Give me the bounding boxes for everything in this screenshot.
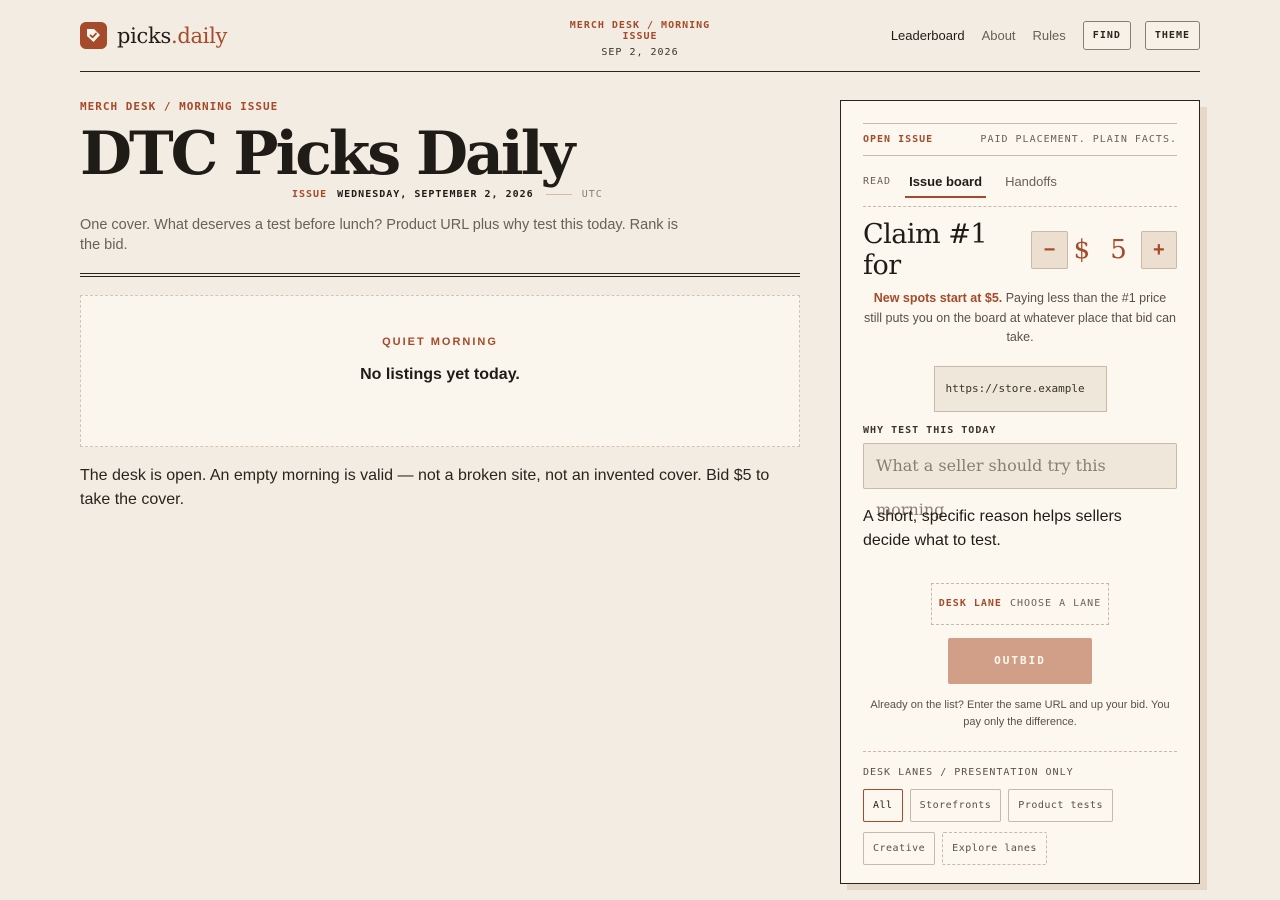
explore-lanes-button[interactable]: Explore lanes xyxy=(942,831,1047,865)
site-header: picks.daily MERCH DESK / MORNING ISSUE S… xyxy=(80,0,1200,72)
open-issue-row: OPEN ISSUE PAID PLACEMENT. PLAIN FACTS. xyxy=(863,123,1177,156)
nav-leaderboard[interactable]: Leaderboard xyxy=(891,28,965,43)
tag-icon xyxy=(80,22,107,49)
issue-date: WEDNESDAY, SEPTEMBER 2, 2026 xyxy=(337,189,534,200)
decrease-bid-button[interactable]: − xyxy=(1031,231,1068,269)
issue-label: ISSUE xyxy=(292,189,328,200)
issue-meta: MERCH DESK / MORNING ISSUE SEP 2, 2026 xyxy=(552,20,728,58)
section-kicker: MERCH DESK / MORNING ISSUE xyxy=(80,100,279,113)
desk-lane-select[interactable]: DESK LANE CHOOSE A LANE xyxy=(931,582,1109,625)
increase-bid-button[interactable]: + xyxy=(1140,231,1177,269)
why-label: WHY TEST THIS TODAY xyxy=(863,424,997,436)
main-nav: Leaderboard About Rules FIND THEME xyxy=(891,21,1200,50)
nav-rules[interactable]: Rules xyxy=(1033,28,1066,43)
open-issue-label: OPEN ISSUE xyxy=(863,134,934,145)
timezone: UTC xyxy=(581,189,603,200)
empty-kicker: QUIET MORNING xyxy=(382,336,498,348)
logo-wordmark: picks.daily xyxy=(117,23,228,48)
outbid-button[interactable]: OUTBID xyxy=(948,637,1092,684)
bid-panel: OPEN ISSUE PAID PLACEMENT. PLAIN FACTS. … xyxy=(840,100,1200,884)
reason-help: A short, specific reason helps sellers d… xyxy=(863,507,1122,549)
tab-handoffs[interactable]: Handoffs xyxy=(1001,156,1061,207)
desk-note: The desk is open. An empty morning is va… xyxy=(80,467,770,508)
bid-amount[interactable]: $ 5 xyxy=(1068,235,1141,265)
empty-message: No listings yet today. xyxy=(360,366,520,383)
panel-tabs: READ Issue board Handoffs xyxy=(863,156,1177,207)
theme-button[interactable]: THEME xyxy=(1144,21,1200,50)
logo[interactable]: picks.daily xyxy=(80,22,227,49)
divider xyxy=(545,194,572,195)
empty-state: QUIET MORNING No listings yet today. xyxy=(80,295,800,447)
double-divider xyxy=(80,273,800,277)
open-issue-tagline: PAID PLACEMENT. PLAIN FACTS. xyxy=(980,134,1177,145)
lane-chip-all[interactable]: All xyxy=(863,788,903,822)
lane-chips: All Storefronts Product tests Creative E… xyxy=(863,788,1177,875)
nav-about[interactable]: About xyxy=(982,28,1016,43)
lane-chip-storefronts[interactable]: Storefronts xyxy=(909,788,1002,822)
lane-chip-product-tests[interactable]: Product tests xyxy=(1008,788,1114,822)
header-date: SEP 2, 2026 xyxy=(601,47,679,58)
desk-lane-value: CHOOSE A LANE xyxy=(1009,598,1102,609)
currency-symbol: $ xyxy=(1073,235,1091,265)
read-label: READ xyxy=(863,175,892,187)
page-title: DTC Picks Daily xyxy=(80,119,575,189)
tab-issue-board[interactable]: Issue board xyxy=(905,156,987,207)
product-url-input[interactable]: https://store.example xyxy=(933,365,1107,412)
main-column: MERCH DESK / MORNING ISSUE DTC Picks Dai… xyxy=(80,100,800,512)
desk-lanes-heading: DESK LANES / PRESENTATION ONLY xyxy=(863,750,1177,778)
desk-lane-label: DESK LANE xyxy=(938,598,1002,609)
page-dek: One cover. What deserves a test before l… xyxy=(80,217,679,253)
find-button[interactable]: FIND xyxy=(1082,21,1131,50)
header-kicker: MERCH DESK / MORNING ISSUE xyxy=(569,20,711,42)
lane-chip-creative[interactable]: Creative xyxy=(863,831,936,865)
bid-value: 5 xyxy=(1110,235,1127,265)
outbid-help: Already on the list? Enter the same URL … xyxy=(870,698,1170,728)
pricing-help-strong: New spots start at $5. xyxy=(873,291,1003,305)
why-test-input[interactable]: What a seller should try this morning xyxy=(863,442,1177,519)
claim-row: Claim #1 for − $ 5 + xyxy=(863,219,1177,281)
pricing-help: New spots start at $5. Paying less than … xyxy=(863,289,1177,348)
claim-label: Claim #1 for xyxy=(863,219,988,281)
